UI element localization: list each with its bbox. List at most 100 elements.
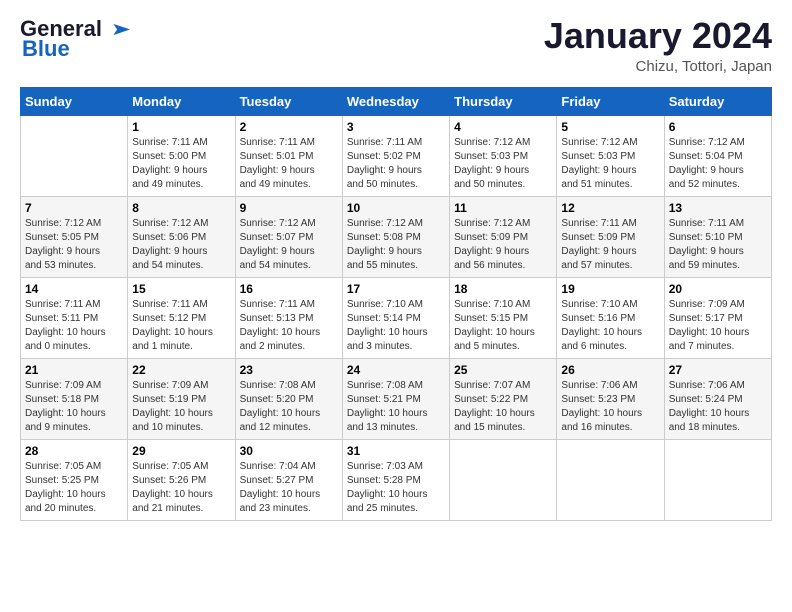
logo: General Blue xyxy=(20,16,132,62)
week-row-5: 28 Sunrise: 7:05 AMSunset: 5:25 PMDayligh… xyxy=(21,439,772,520)
day-cell: 21 Sunrise: 7:09 AMSunset: 5:18 PMDayligh… xyxy=(21,358,128,439)
day-cell: 4Sunrise: 7:12 AMSunset: 5:03 PMDaylight… xyxy=(450,115,557,196)
day-number: 17 xyxy=(347,282,445,296)
day-cell: 9Sunrise: 7:12 AMSunset: 5:07 PMDaylight… xyxy=(235,196,342,277)
day-cell: 31Sunrise: 7:03 AMSunset: 5:28 PMDayligh… xyxy=(342,439,449,520)
day-number: 28 xyxy=(25,444,123,458)
day-number: 19 xyxy=(561,282,659,296)
day-info: Sunrise: 7:11 AMSunset: 5:10 PMDaylight:… xyxy=(669,217,767,273)
day-number: 5 xyxy=(561,120,659,134)
day-cell: 30 Sunrise: 7:04 AMSunset: 5:27 PMDayligh… xyxy=(235,439,342,520)
day-number: 4 xyxy=(454,120,552,134)
day-info: Sunrise: 7:12 AMSunset: 5:07 PMDaylight:… xyxy=(240,217,338,273)
col-friday: Friday xyxy=(557,87,664,115)
page-container: General Blue January 2024 Chizu, Tottori… xyxy=(0,0,792,531)
day-number: 14 xyxy=(25,282,123,296)
day-cell: 7 Sunrise: 7:12 AMSunset: 5:05 PMDaylight… xyxy=(21,196,128,277)
week-row-3: 14 Sunrise: 7:11 AMSunset: 5:11 PMDayligh… xyxy=(21,277,772,358)
day-cell: 28 Sunrise: 7:05 AMSunset: 5:25 PMDayligh… xyxy=(21,439,128,520)
day-number: 30 xyxy=(240,444,338,458)
col-wednesday: Wednesday xyxy=(342,87,449,115)
header: General Blue January 2024 Chizu, Tottori… xyxy=(20,16,772,75)
day-info: Sunrise: 7:10 AMSunset: 5:15 PMDaylight:… xyxy=(454,298,552,354)
day-cell: 2 Sunrise: 7:11 AMSunset: 5:01 PMDaylight… xyxy=(235,115,342,196)
day-info: Sunrise: 7:09 AMSunset: 5:19 PMDaylight:… xyxy=(132,379,230,435)
day-info: Sunrise: 7:08 AMSunset: 5:20 PMDaylight:… xyxy=(240,379,338,435)
day-cell xyxy=(21,115,128,196)
day-cell xyxy=(450,439,557,520)
day-number: 13 xyxy=(669,201,767,215)
day-info: Sunrise: 7:11 AMSunset: 5:00 PMDaylight:… xyxy=(132,136,230,192)
col-tuesday: Tuesday xyxy=(235,87,342,115)
day-cell: 14 Sunrise: 7:11 AMSunset: 5:11 PMDayligh… xyxy=(21,277,128,358)
day-cell: 16 Sunrise: 7:11 AMSunset: 5:13 PMDayligh… xyxy=(235,277,342,358)
day-number: 25 xyxy=(454,363,552,377)
day-info: Sunrise: 7:09 AMSunset: 5:18 PMDaylight:… xyxy=(25,379,123,435)
day-number: 11 xyxy=(454,201,552,215)
day-number: 29 xyxy=(132,444,230,458)
day-number: 8 xyxy=(132,201,230,215)
day-cell xyxy=(557,439,664,520)
calendar-body: 1 Sunrise: 7:11 AMSunset: 5:00 PMDaylight… xyxy=(21,115,772,520)
day-number: 2 xyxy=(240,120,338,134)
day-info: Sunrise: 7:05 AMSunset: 5:25 PMDaylight:… xyxy=(25,460,123,516)
day-number: 18 xyxy=(454,282,552,296)
day-info: Sunrise: 7:10 AMSunset: 5:16 PMDaylight:… xyxy=(561,298,659,354)
day-cell xyxy=(664,439,771,520)
day-cell: 13 Sunrise: 7:11 AMSunset: 5:10 PMDayligh… xyxy=(664,196,771,277)
day-number: 27 xyxy=(669,363,767,377)
day-info: Sunrise: 7:04 AMSunset: 5:27 PMDaylight:… xyxy=(240,460,338,516)
week-row-1: 1 Sunrise: 7:11 AMSunset: 5:00 PMDaylight… xyxy=(21,115,772,196)
day-info: Sunrise: 7:12 AMSunset: 5:09 PMDaylight:… xyxy=(454,217,552,273)
day-cell: 27 Sunrise: 7:06 AMSunset: 5:24 PMDayligh… xyxy=(664,358,771,439)
day-info: Sunrise: 7:12 AMSunset: 5:05 PMDaylight:… xyxy=(25,217,123,273)
day-number: 23 xyxy=(240,363,338,377)
day-number: 6 xyxy=(669,120,767,134)
day-cell: 12Sunrise: 7:11 AMSunset: 5:09 PMDayligh… xyxy=(557,196,664,277)
day-info: Sunrise: 7:12 AMSunset: 5:03 PMDaylight:… xyxy=(561,136,659,192)
logo-arrow-icon xyxy=(104,22,132,36)
day-info: Sunrise: 7:06 AMSunset: 5:24 PMDaylight:… xyxy=(669,379,767,435)
header-row: Sunday Monday Tuesday Wednesday Thursday… xyxy=(21,87,772,115)
day-number: 15 xyxy=(132,282,230,296)
day-cell: 24Sunrise: 7:08 AMSunset: 5:21 PMDayligh… xyxy=(342,358,449,439)
day-number: 1 xyxy=(132,120,230,134)
day-cell: 20Sunrise: 7:09 AMSunset: 5:17 PMDayligh… xyxy=(664,277,771,358)
day-cell: 5 Sunrise: 7:12 AMSunset: 5:03 PMDaylight… xyxy=(557,115,664,196)
day-number: 24 xyxy=(347,363,445,377)
day-info: Sunrise: 7:03 AMSunset: 5:28 PMDaylight:… xyxy=(347,460,445,516)
col-thursday: Thursday xyxy=(450,87,557,115)
day-cell: 26Sunrise: 7:06 AMSunset: 5:23 PMDayligh… xyxy=(557,358,664,439)
day-info: Sunrise: 7:11 AMSunset: 5:09 PMDaylight:… xyxy=(561,217,659,273)
month-title: January 2024 xyxy=(544,16,772,56)
day-info: Sunrise: 7:11 AMSunset: 5:02 PMDaylight:… xyxy=(347,136,445,192)
day-cell: 22 Sunrise: 7:09 AMSunset: 5:19 PMDayligh… xyxy=(128,358,235,439)
day-number: 3 xyxy=(347,120,445,134)
day-info: Sunrise: 7:07 AMSunset: 5:22 PMDaylight:… xyxy=(454,379,552,435)
day-info: Sunrise: 7:06 AMSunset: 5:23 PMDaylight:… xyxy=(561,379,659,435)
day-info: Sunrise: 7:11 AMSunset: 5:01 PMDaylight:… xyxy=(240,136,338,192)
day-cell: 1 Sunrise: 7:11 AMSunset: 5:00 PMDaylight… xyxy=(128,115,235,196)
day-number: 16 xyxy=(240,282,338,296)
day-number: 20 xyxy=(669,282,767,296)
day-cell: 6 Sunrise: 7:12 AMSunset: 5:04 PMDaylight… xyxy=(664,115,771,196)
day-info: Sunrise: 7:12 AMSunset: 5:06 PMDaylight:… xyxy=(132,217,230,273)
day-info: Sunrise: 7:11 AMSunset: 5:13 PMDaylight:… xyxy=(240,298,338,354)
day-cell: 3 Sunrise: 7:11 AMSunset: 5:02 PMDaylight… xyxy=(342,115,449,196)
col-sunday: Sunday xyxy=(21,87,128,115)
day-info: Sunrise: 7:10 AMSunset: 5:14 PMDaylight:… xyxy=(347,298,445,354)
day-cell: 25 Sunrise: 7:07 AMSunset: 5:22 PMDayligh… xyxy=(450,358,557,439)
logo-blue: Blue xyxy=(22,36,70,62)
day-number: 7 xyxy=(25,201,123,215)
week-row-4: 21 Sunrise: 7:09 AMSunset: 5:18 PMDayligh… xyxy=(21,358,772,439)
day-info: Sunrise: 7:12 AMSunset: 5:08 PMDaylight:… xyxy=(347,217,445,273)
day-cell: 23 Sunrise: 7:08 AMSunset: 5:20 PMDayligh… xyxy=(235,358,342,439)
day-info: Sunrise: 7:12 AMSunset: 5:04 PMDaylight:… xyxy=(669,136,767,192)
location: Chizu, Tottori, Japan xyxy=(544,58,772,75)
day-cell: 19 Sunrise: 7:10 AMSunset: 5:16 PMDayligh… xyxy=(557,277,664,358)
day-info: Sunrise: 7:11 AMSunset: 5:11 PMDaylight:… xyxy=(25,298,123,354)
day-number: 22 xyxy=(132,363,230,377)
day-info: Sunrise: 7:05 AMSunset: 5:26 PMDaylight:… xyxy=(132,460,230,516)
day-number: 21 xyxy=(25,363,123,377)
day-cell: 17 Sunrise: 7:10 AMSunset: 5:14 PMDayligh… xyxy=(342,277,449,358)
